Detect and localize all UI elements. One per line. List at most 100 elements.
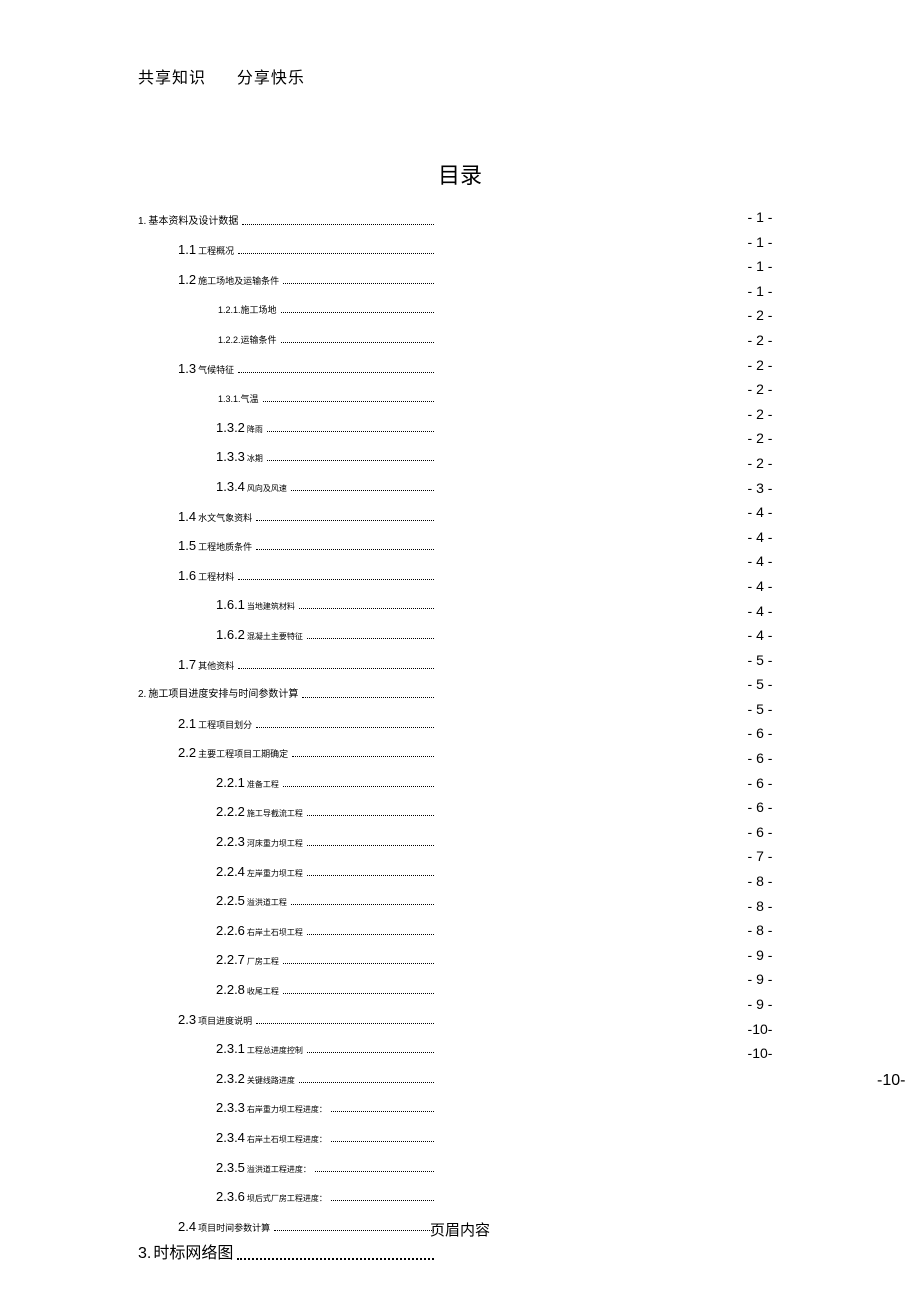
toc-row: 1.2.1.施工场地 xyxy=(138,291,438,316)
toc-number: 2.2.1 xyxy=(216,776,245,789)
toc-row: 2.3.1工程总进度控制 xyxy=(138,1031,438,1056)
toc-page-number: - 7 - xyxy=(740,844,780,869)
toc-label: 1.7其他资料 xyxy=(178,658,234,671)
toc-label: 2.3项目进度说明 xyxy=(178,1013,252,1026)
toc-label: 2.2.7厂房工程 xyxy=(216,953,279,966)
toc-text: 水文气象资料 xyxy=(198,514,252,523)
toc-page-number: - 4 - xyxy=(740,549,780,574)
toc-label: 1.2.1.施工场地 xyxy=(216,306,277,315)
toc-row: 2.2.1准备工程 xyxy=(138,764,438,789)
toc-row: 2.3.6坝后式厂房工程进度： xyxy=(138,1179,438,1204)
toc-text: 溢洪道工程进度： xyxy=(247,1166,311,1174)
toc-leader-dots xyxy=(256,727,434,728)
toc-number: 1.2 xyxy=(178,273,196,286)
toc-leader-dots xyxy=(281,342,434,343)
toc-row: 3.时标网络图 xyxy=(138,1238,438,1263)
toc-page-number: - 4 - xyxy=(740,599,780,624)
toc-number: 1.3.3 xyxy=(216,450,245,463)
toc-leader-dots xyxy=(237,1258,434,1260)
toc-number: 1.5 xyxy=(178,539,196,552)
page-footer: 页眉内容 xyxy=(0,1219,920,1240)
toc-page-number: - 9 - xyxy=(740,967,780,992)
toc-label: 2.2.4左岸重力坝工程 xyxy=(216,865,303,878)
toc-page-number: - 1 - xyxy=(740,230,780,255)
toc-label: 2.1工程项目划分 xyxy=(178,717,252,730)
toc-label: 2.3.1工程总进度控制 xyxy=(216,1042,303,1055)
toc-leader-dots xyxy=(307,638,434,639)
toc-label: 2.2主要工程项目工期确定 xyxy=(178,746,288,759)
toc-leader-dots xyxy=(283,283,434,284)
toc-label: 1.5工程地质条件 xyxy=(178,539,252,552)
toc-number: 2.2.4 xyxy=(216,865,245,878)
toc-text: 工程总进度控制 xyxy=(247,1047,303,1055)
toc-page-number: - 2 - xyxy=(740,426,780,451)
toc-page-number: - 8 - xyxy=(740,918,780,943)
header-left: 共享知识 xyxy=(138,70,206,87)
toc-page-number: - 4 - xyxy=(740,525,780,550)
toc-page-number: - 6 - xyxy=(740,721,780,746)
toc-leader-dots xyxy=(238,668,434,669)
toc-text: 1.3.1.气温 xyxy=(218,395,259,404)
toc-label: 2.2.8收尾工程 xyxy=(216,983,279,996)
toc-row: 1.基本资料及设计数据 xyxy=(138,202,438,227)
toc-number: 1.3 xyxy=(178,362,196,375)
toc-row: 2.2.8收尾工程 xyxy=(138,971,438,996)
toc-row: 2.2主要工程项目工期确定 xyxy=(138,735,438,760)
toc-page-number: - 5 - xyxy=(740,648,780,673)
toc-leader-dots xyxy=(238,579,434,580)
toc-leader-dots xyxy=(263,401,434,402)
toc-leader-dots xyxy=(315,1171,434,1172)
toc-text: 基本资料及设计数据 xyxy=(148,217,238,227)
toc-text: 混凝土主要特征 xyxy=(247,633,303,641)
toc-label: 1.2施工场地及运输条件 xyxy=(178,273,279,286)
toc-number: 3. xyxy=(138,1246,151,1262)
toc-leader-dots xyxy=(299,608,434,609)
toc-leader-dots xyxy=(256,520,434,521)
toc-leader-dots xyxy=(256,1023,434,1024)
toc-page-number: - 2 - xyxy=(740,328,780,353)
toc-number: 2.3.5 xyxy=(216,1161,245,1174)
toc-text: 1.2.1.施工场地 xyxy=(218,306,277,315)
toc-text: 工程材料 xyxy=(198,573,234,582)
toc-leader-dots xyxy=(292,756,434,757)
toc-page-number: - 2 - xyxy=(740,353,780,378)
toc-number: 2.3.3 xyxy=(216,1101,245,1114)
toc-label: 2.3.3右岸重力坝工程进度： xyxy=(216,1101,327,1114)
toc-label: 2.施工项目进度安排与时间参数计算 xyxy=(138,690,298,700)
toc-label: 1.6.1当地建筑材料 xyxy=(216,598,295,611)
toc-page-number: - 8 - xyxy=(740,894,780,919)
toc-label: 1.4水文气象资料 xyxy=(178,510,252,523)
header-right: 分享快乐 xyxy=(237,70,305,87)
toc-leader-dots xyxy=(242,224,434,225)
toc-label: 1.1工程概况 xyxy=(178,243,234,256)
toc-row: 1.2施工场地及运输条件 xyxy=(138,261,438,286)
toc-number: 2.1 xyxy=(178,717,196,730)
toc-label: 2.3.2关键线路进度 xyxy=(216,1072,295,1085)
toc-leader-dots xyxy=(291,904,434,905)
toc-leader-dots xyxy=(238,372,434,373)
toc-row: 1.3.4风向及风速 xyxy=(138,468,438,493)
toc-label: 2.2.5溢洪道工程 xyxy=(216,894,287,907)
toc-row: 2.3.4右岸土石坝工程进度： xyxy=(138,1119,438,1144)
toc-row: 1.2.2.运输条件 xyxy=(138,320,438,345)
toc-text: 右岸土石坝工程进度： xyxy=(247,1136,327,1144)
toc-number: 1.6.1 xyxy=(216,598,245,611)
toc-leader-dots xyxy=(283,993,434,994)
toc-leader-dots xyxy=(267,431,434,432)
toc-row: 2.3.3右岸重力坝工程进度： xyxy=(138,1090,438,1115)
toc-label: 2.3.5溢洪道工程进度： xyxy=(216,1161,311,1174)
toc-page-number: - 4 - xyxy=(740,623,780,648)
toc-label: 2.2.2施工导截流工程 xyxy=(216,805,303,818)
toc-number: 2.2.8 xyxy=(216,983,245,996)
toc-row: 2.1工程项目划分 xyxy=(138,705,438,730)
toc-page-number: - 6 - xyxy=(740,746,780,771)
toc-label: 1.3.2降雨 xyxy=(216,421,263,434)
toc-number: 2.3.6 xyxy=(216,1190,245,1203)
toc-number: 1.4 xyxy=(178,510,196,523)
toc-text: 时标网络图 xyxy=(153,1246,233,1262)
toc-leader-dots xyxy=(267,460,434,461)
toc-label: 1.3.3冰期 xyxy=(216,450,263,463)
toc-text: 工程项目划分 xyxy=(198,721,252,730)
toc-page-number: - 6 - xyxy=(740,795,780,820)
toc-row: 1.6工程材料 xyxy=(138,557,438,582)
